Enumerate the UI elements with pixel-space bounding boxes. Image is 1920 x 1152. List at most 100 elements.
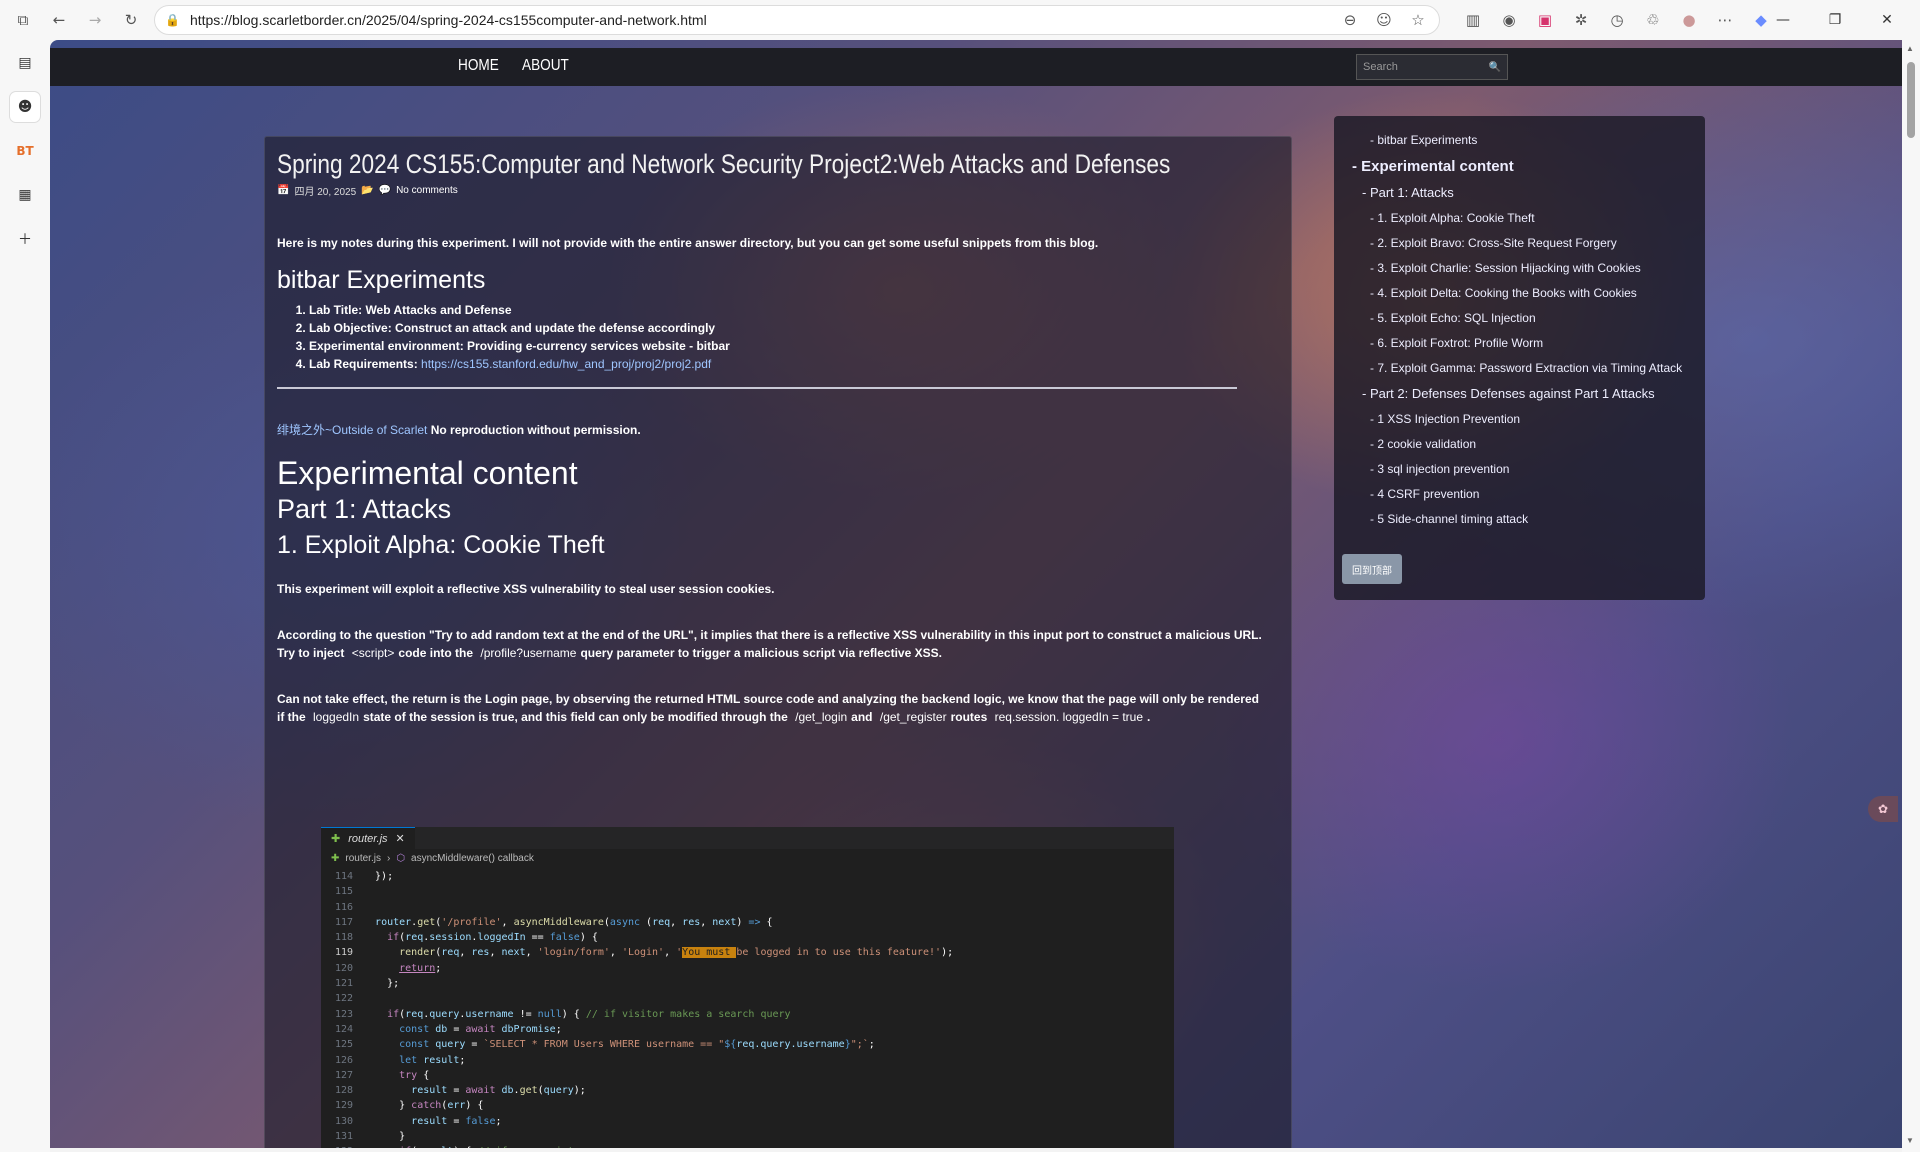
inline-code: /get_register [879,710,947,724]
lab-list: Lab Title: Web Attacks and Defense Lab O… [309,301,1279,373]
comments-link[interactable]: No comments [396,185,458,196]
heading-experimental: Experimental content [277,455,578,491]
address-bar[interactable]: 🔒 https://blog.scarletborder.cn/2025/04/… [154,5,1440,35]
toc-item[interactable]: - 3 sql injection prevention [1346,459,1693,480]
copilot-icon[interactable]: ◆ [1750,9,1772,31]
post-title[interactable]: Spring 2024 CS155:Computer and Network S… [277,149,1170,180]
split-screen-icon[interactable]: ▥ [1462,9,1484,31]
page-viewport: HOME ABOUT 🔍 Spring 2024 CS155:Computer … [50,40,1902,1148]
lab-req-link[interactable]: https://cs155.stanford.edu/hw_and_proj/p… [421,357,711,371]
back-icon[interactable]: ← [48,9,70,31]
minimize-icon[interactable]: — [1772,9,1794,31]
forward-icon[interactable]: → [84,9,106,31]
floating-assistant-icon[interactable]: ✿ [1868,796,1898,822]
post-meta: 📅 四月 20, 2025 📂 💬 No comments [277,183,1279,198]
tab-favicon-blog[interactable]: ☻ [10,92,40,122]
toc-item[interactable]: - 1 XSS Injection Prevention [1346,409,1693,430]
toc-item[interactable]: - 3. Exploit Charlie: Session Hijacking … [1346,258,1693,279]
extension-eye-icon[interactable]: ◉ [1498,9,1520,31]
back-to-top-button[interactable]: 回到顶部 [1342,554,1402,584]
text-run: and [851,710,873,724]
blog-navbar: HOME ABOUT 🔍 [50,48,1902,86]
profile-avatar-icon[interactable]: ● [1678,9,1700,31]
text-run: code into the [398,646,474,660]
nav-home[interactable]: HOME [458,57,499,75]
toc-item[interactable]: - 2. Exploit Bravo: Cross-Site Request F… [1346,233,1693,254]
code-lines: 114 }); 115 116 117 router.get('/profile… [334,871,954,1148]
toc-item[interactable]: - bitbar Experiments [1346,130,1693,151]
search-box[interactable]: 🔍 [1356,54,1508,80]
performance-icon[interactable]: ♲ [1642,9,1664,31]
editor-tabbar: ✚ router.js ✕ [321,827,1174,849]
toc-item[interactable]: - 6. Exploit Foxtrot: Profile Worm [1346,333,1693,354]
copyright-text: No reproduction without permission. [427,423,641,437]
text-run: state of the session is true, and this f… [363,710,788,724]
intro-paragraph: Here is my notes during this experiment.… [277,236,1099,250]
divider [277,387,1237,389]
extension-red-icon[interactable]: ▣ [1534,9,1556,31]
history-icon[interactable]: ◷ [1606,9,1628,31]
toc-item[interactable]: - Part 1: Attacks [1346,182,1693,204]
scroll-down-arrow-icon[interactable]: ▼ [1906,1136,1914,1145]
tab-favicon-book[interactable]: ▦ [10,180,40,210]
scroll-thumb[interactable] [1907,62,1915,138]
favorite-star-icon[interactable]: ☆ [1407,9,1429,31]
page-scrollbar[interactable]: ▲ ▼ [1902,40,1920,1152]
chevron-right-icon: › [386,852,391,864]
toc-item[interactable]: - Experimental content [1346,155,1693,178]
editor-breadcrumb: ✚ router.js › ⬡ asyncMiddleware() callba… [321,849,1174,867]
more-icon[interactable]: ⋯ [1714,9,1736,31]
search-icon[interactable]: 🔍 [1485,62,1505,73]
reader-icon[interactable]: ☺ [1373,9,1395,31]
lab-req-label: Lab Requirements: [309,357,422,371]
tab-favicon-bt[interactable]: BT [10,136,40,166]
calendar-icon: 📅 [277,185,290,196]
restore-icon[interactable]: ❐ [1824,9,1846,31]
paragraph-1: This experiment will exploit a reflectiv… [277,582,775,596]
toc-item[interactable]: - 7. Exploit Gamma: Password Extraction … [1346,358,1693,379]
zoom-icon[interactable]: ⊖ [1339,9,1361,31]
close-icon[interactable]: ✕ [1876,9,1898,31]
text-run: routes [950,710,988,724]
copyright-link[interactable]: 绯境之外~Outside of Scarlet [277,423,427,437]
lock-icon[interactable]: 🔒 [165,13,180,27]
inline-code: /profile?username [480,646,577,660]
post-date: 四月 20, 2025 [294,187,357,198]
reload-icon[interactable]: ↻ [120,9,142,31]
comments-icon: 💬 [378,185,392,196]
js-file-icon: ✚ [331,852,340,864]
tab-actions-icon[interactable]: ▤ [10,48,40,78]
new-tab-plus-icon[interactable]: ＋ [10,224,40,254]
toc-item[interactable]: - 5. Exploit Echo: SQL Injection [1346,308,1693,329]
list-item: Lab Requirements: https://cs155.stanford… [309,355,1279,373]
inline-code: /get_login [795,710,848,724]
editor-tab-label: router.js [348,832,388,845]
workspaces-icon[interactable]: ⧉ [12,9,34,31]
list-item: Lab Objective: Construct an attack and u… [309,319,1279,337]
toc-item[interactable]: - 4. Exploit Delta: Cooking the Books wi… [1346,283,1693,304]
inline-code: loggedIn [313,710,360,724]
table-of-contents: - bitbar Experiments - Experimental conte… [1334,116,1705,600]
crumb-file: router.js [345,852,381,864]
toc-item[interactable]: - Part 2: Defenses Defenses against Part… [1346,383,1693,405]
extensions-icon[interactable]: ✲ [1570,9,1592,31]
heading-exploit1: 1. Exploit Alpha: Cookie Theft [277,531,605,559]
heading-part1: Part 1: Attacks [277,494,452,524]
paragraph-3: Can not take effect, the return is the L… [277,690,1267,726]
post-article: Spring 2024 CS155:Computer and Network S… [264,136,1292,1148]
toc-item[interactable]: - 1. Exploit Alpha: Cookie Theft [1346,208,1693,229]
code-screenshot-image: ✚ router.js ✕ ✚ router.js › ⬡ asyncMiddl… [321,827,1174,1148]
toc-item[interactable]: - 2 cookie validation [1346,434,1693,455]
nav-about[interactable]: ABOUT [522,57,569,75]
toc-item[interactable]: - 4 CSRF prevention [1346,484,1693,505]
tab-close-icon: ✕ [395,833,405,845]
toc-item[interactable]: - 5 Side-channel timing attack [1346,509,1693,530]
scroll-up-arrow-icon[interactable]: ▲ [1906,44,1914,53]
vertical-tab-rail: ▤ ☻ BT ▦ ＋ [0,40,50,1152]
inline-code: <script> [351,646,395,660]
function-icon: ⬡ [396,852,406,864]
browser-toolbar: ⧉ ← → ↻ 🔒 https://blog.scarletborder.cn/… [0,0,1920,40]
toc-list: - bitbar Experiments - Experimental conte… [1346,130,1693,530]
search-input[interactable] [1357,61,1485,73]
url-text[interactable]: https://blog.scarletborder.cn/2025/04/sp… [190,12,1339,28]
